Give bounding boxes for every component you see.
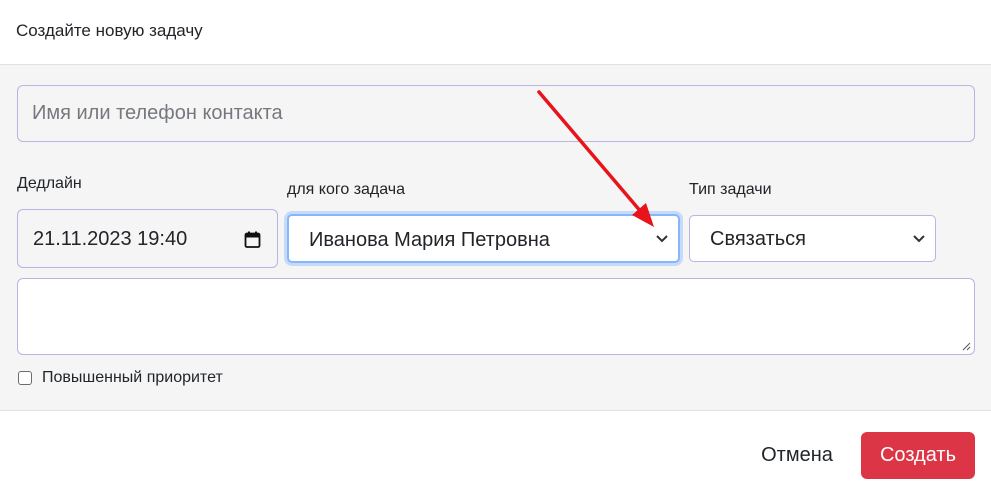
deadline-datetime-input[interactable]: 21.11.2023 19:40: [17, 209, 278, 268]
assignee-selected-value: Иванова Мария Петровна: [309, 229, 550, 251]
modal-footer: Отмена Создать: [0, 411, 991, 496]
task-type-selected-value: Связаться: [710, 228, 806, 250]
resize-grip-icon[interactable]: [961, 341, 971, 351]
create-button[interactable]: Создать: [861, 432, 975, 479]
priority-checkbox-label[interactable]: Повышенный приоритет: [42, 369, 223, 387]
priority-checkbox[interactable]: [18, 371, 32, 385]
deadline-value: 21.11.2023 19:40: [33, 228, 188, 250]
chevron-down-icon: [656, 235, 668, 243]
chevron-down-icon: [913, 235, 925, 243]
modal-title: Создайте новую задачу: [16, 21, 203, 40]
assignee-label: для кого задача: [287, 181, 406, 198]
task-note-textarea[interactable]: [17, 278, 975, 355]
task-type-label: Тип задачи: [689, 181, 772, 198]
contact-search-input[interactable]: [17, 85, 975, 142]
modal-body: Дедлайн для кого задача Тип задачи 21.11…: [0, 65, 991, 411]
calendar-icon[interactable]: [244, 231, 261, 248]
assignee-select[interactable]: Иванова Мария Петровна: [287, 214, 680, 263]
task-type-select[interactable]: Связаться: [689, 215, 936, 262]
deadline-label: Дедлайн: [17, 175, 82, 192]
modal-header: Создайте новую задачу: [0, 0, 991, 65]
cancel-button[interactable]: Отмена: [746, 432, 848, 479]
